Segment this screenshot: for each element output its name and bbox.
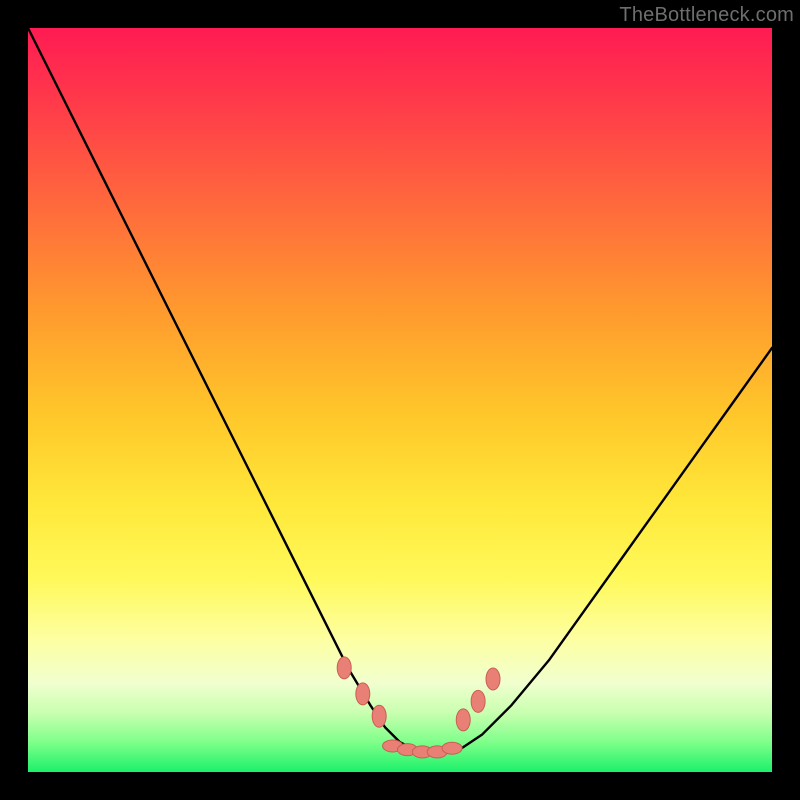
chart-stage: TheBottleneck.com — [0, 0, 800, 800]
curve-marker — [456, 709, 470, 731]
curve-marker — [337, 657, 351, 679]
curve-marker — [471, 690, 485, 712]
curve-marker — [486, 668, 500, 690]
plot-area — [28, 28, 772, 772]
marker-cluster-bottom — [383, 740, 463, 758]
curve-marker — [442, 742, 462, 754]
curve-marker — [372, 705, 386, 727]
marker-cluster-right — [456, 668, 500, 731]
watermark-label: TheBottleneck.com — [619, 4, 794, 27]
bottleneck-curve — [28, 28, 772, 753]
curve-marker — [356, 683, 370, 705]
curve-overlay-svg — [28, 28, 772, 772]
marker-cluster-left — [337, 657, 386, 727]
